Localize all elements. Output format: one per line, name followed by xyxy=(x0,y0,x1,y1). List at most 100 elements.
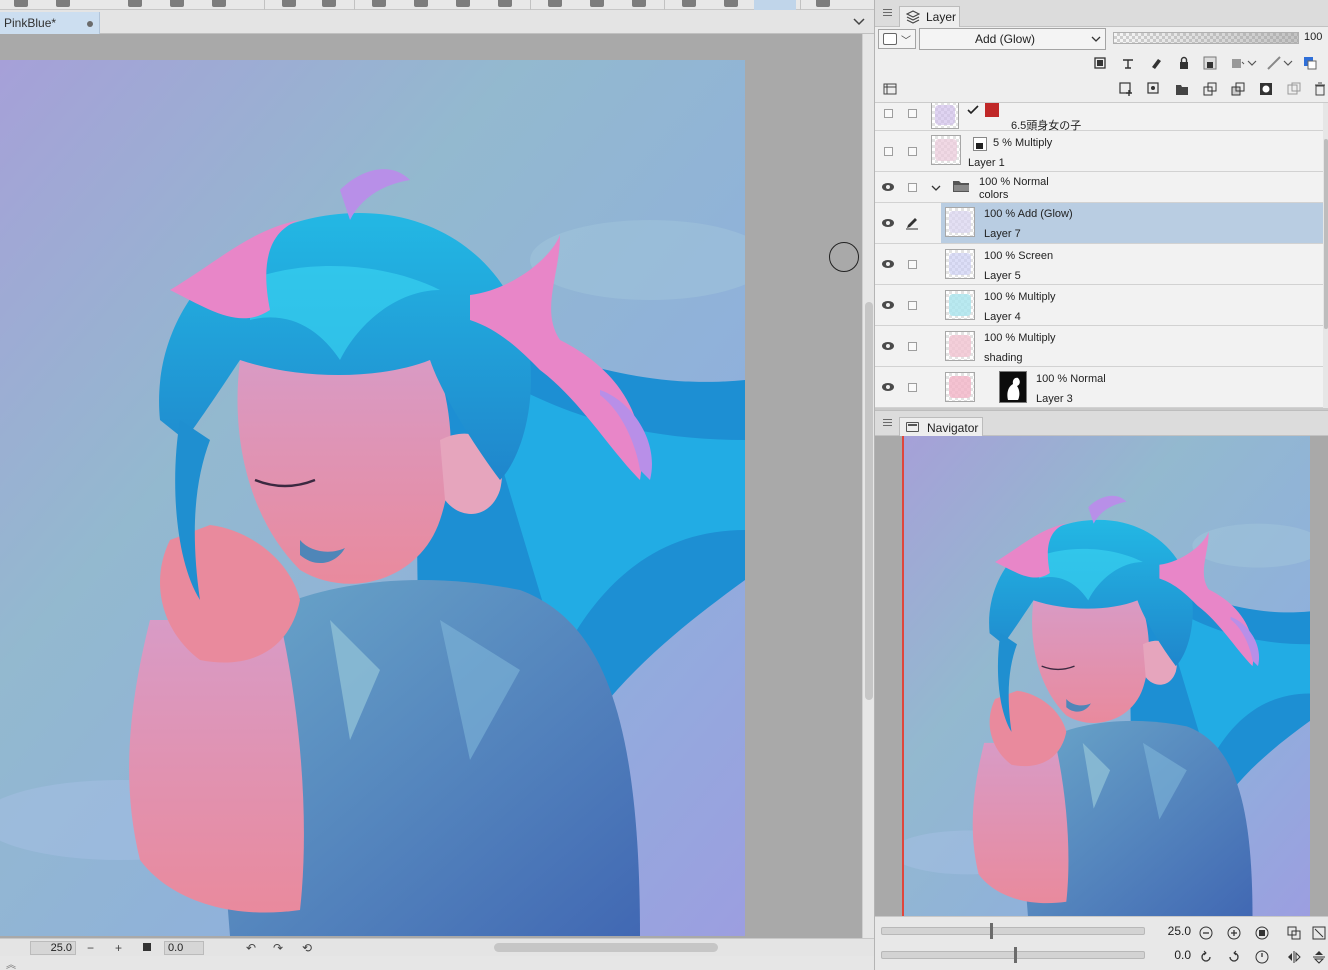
visibility-toggle[interactable] xyxy=(884,147,893,156)
zoom-in-icon[interactable] xyxy=(1227,926,1241,940)
layer-mask-icon[interactable] xyxy=(1259,82,1273,96)
new-folder-icon[interactable] xyxy=(1175,82,1189,96)
lock-icon[interactable] xyxy=(1177,56,1191,70)
visibility-toggle[interactable] xyxy=(884,109,893,118)
fit-to-window-icon[interactable] xyxy=(1312,926,1326,940)
save-icon[interactable] xyxy=(56,0,70,7)
zoom-in-button[interactable]: + xyxy=(115,940,122,956)
layer-row[interactable]: 100 % Multiply Layer 4 xyxy=(875,285,1323,326)
rotate-right-icon[interactable] xyxy=(1227,950,1241,964)
slider-thumb[interactable] xyxy=(1014,947,1017,963)
canvas-vertical-scrollbar[interactable] xyxy=(862,34,874,938)
zoom-out-icon[interactable] xyxy=(1199,926,1213,940)
chevron-down-icon[interactable] xyxy=(852,16,866,28)
invert-selection-icon[interactable] xyxy=(632,0,646,7)
tab-layer[interactable]: Layer xyxy=(899,6,960,27)
chevron-down-icon[interactable] xyxy=(1247,56,1257,70)
print-icon[interactable] xyxy=(212,0,226,7)
close-tab-icon[interactable] xyxy=(87,21,93,27)
edit-lock-toggle[interactable] xyxy=(908,147,917,156)
rotation-field[interactable]: 0.0 xyxy=(164,941,204,955)
ruler-options-icon[interactable] xyxy=(1267,56,1281,70)
layer-folder-row[interactable]: 100 % Normal colors xyxy=(875,172,1323,203)
edit-lock-toggle[interactable] xyxy=(908,383,917,392)
navigator-zoom-slider[interactable] xyxy=(881,923,1145,939)
eye-icon[interactable] xyxy=(882,219,894,227)
layer-row-body[interactable]: 100 % Add (Glow) Layer 7 xyxy=(941,203,1323,243)
trash-icon[interactable] xyxy=(1313,82,1327,96)
horizontal-scrollbar-thumb[interactable] xyxy=(494,943,718,952)
eye-icon[interactable] xyxy=(882,301,894,309)
fit-view-icon[interactable] xyxy=(143,943,151,951)
fit-to-navigator-icon[interactable] xyxy=(1287,926,1301,940)
eye-icon[interactable] xyxy=(882,383,894,391)
zoom-out-button[interactable]: − xyxy=(87,940,94,956)
navigator-zoom-value[interactable]: 25.0 xyxy=(1157,924,1191,938)
transform-icon[interactable] xyxy=(414,0,428,7)
blend-mode-select[interactable]: Add (Glow) xyxy=(919,28,1106,50)
navigator-rotation-value[interactable]: 0.0 xyxy=(1157,948,1191,962)
apply-mask-icon[interactable] xyxy=(1287,82,1301,96)
eye-icon[interactable] xyxy=(882,183,894,191)
edit-lock-toggle[interactable] xyxy=(908,260,917,269)
speech-bubble-icon[interactable] xyxy=(816,0,830,7)
new-canvas-icon[interactable] xyxy=(128,0,142,7)
rotate-left-icon[interactable] xyxy=(1199,950,1213,964)
scrollbar-thumb[interactable] xyxy=(1324,139,1328,329)
tab-navigator[interactable]: Navigator xyxy=(899,417,983,437)
layer-row[interactable]: 100 % Screen Layer 5 xyxy=(875,244,1323,285)
clip-layer-icon[interactable] xyxy=(1093,56,1107,70)
crop-icon[interactable] xyxy=(498,0,512,7)
scrollbar-thumb[interactable] xyxy=(865,302,873,700)
undo-icon[interactable] xyxy=(282,0,296,7)
rotate-right-icon[interactable]: ↷ xyxy=(273,940,283,956)
layer-row[interactable]: 6.5頭身女の子 xyxy=(875,103,1323,132)
layer-row[interactable]: 100 % Multiply shading xyxy=(875,326,1323,367)
rotate-left-icon[interactable]: ↶ xyxy=(246,940,256,956)
redo-icon[interactable] xyxy=(322,0,336,7)
navigator-rotation-slider[interactable] xyxy=(881,947,1145,963)
edit-lock-toggle[interactable] xyxy=(908,342,917,351)
chevron-down-icon[interactable] xyxy=(931,184,941,192)
opacity-slider[interactable] xyxy=(1113,32,1299,44)
eye-icon[interactable] xyxy=(882,260,894,268)
layer-list-settings-icon[interactable] xyxy=(883,82,897,96)
draft-layer-icon[interactable] xyxy=(1149,56,1163,70)
edit-lock-toggle[interactable] xyxy=(908,109,917,118)
document-tab[interactable]: PinkBlue* xyxy=(0,12,100,34)
new-raster-layer-icon[interactable] xyxy=(1119,82,1133,96)
panel-menu-icon[interactable] xyxy=(883,9,892,18)
layer-row[interactable]: 5 % Multiply Layer 1 xyxy=(875,131,1323,172)
new-vector-layer-icon[interactable] xyxy=(1147,82,1161,96)
mask-options-icon[interactable] xyxy=(1231,56,1245,70)
fill-icon[interactable] xyxy=(456,0,470,7)
canvas-viewport[interactable] xyxy=(0,34,862,938)
export-icon[interactable] xyxy=(170,0,184,7)
panel-menu-icon[interactable] xyxy=(883,419,892,428)
file-icon[interactable] xyxy=(14,0,28,7)
artwork-canvas[interactable] xyxy=(0,60,745,936)
merge-down-icon[interactable] xyxy=(1231,82,1245,96)
reference-layer-icon[interactable] xyxy=(1121,56,1135,70)
edit-lock-toggle[interactable] xyxy=(908,301,917,310)
chevron-down-icon[interactable] xyxy=(1283,56,1293,70)
lock-transparency-icon[interactable] xyxy=(1203,56,1217,70)
navigator-preview[interactable] xyxy=(875,436,1328,916)
reset-rotation-icon[interactable]: ⟲ xyxy=(302,940,312,956)
layer-list-scrollbar[interactable] xyxy=(1323,103,1328,408)
actual-size-icon[interactable] xyxy=(1255,926,1269,940)
zoom-field[interactable]: 25.0 xyxy=(30,941,76,955)
deselect-icon[interactable] xyxy=(590,0,604,7)
layer-color-button[interactable]: ﹀ xyxy=(878,29,916,49)
ruler-icon[interactable] xyxy=(682,0,696,7)
expand-up-icon[interactable]: ︽ xyxy=(6,956,16,970)
eye-icon[interactable] xyxy=(882,342,894,350)
opacity-value[interactable]: 100 xyxy=(1304,31,1322,43)
snap-icon[interactable] xyxy=(724,0,738,7)
transfer-down-icon[interactable] xyxy=(1203,82,1217,96)
flip-vertical-icon[interactable] xyxy=(1312,950,1326,964)
move-icon[interactable] xyxy=(372,0,386,7)
layer-color-icon[interactable] xyxy=(1303,56,1317,70)
layer-mask-thumbnail[interactable] xyxy=(999,371,1027,403)
active-tool-highlight[interactable] xyxy=(754,0,796,10)
